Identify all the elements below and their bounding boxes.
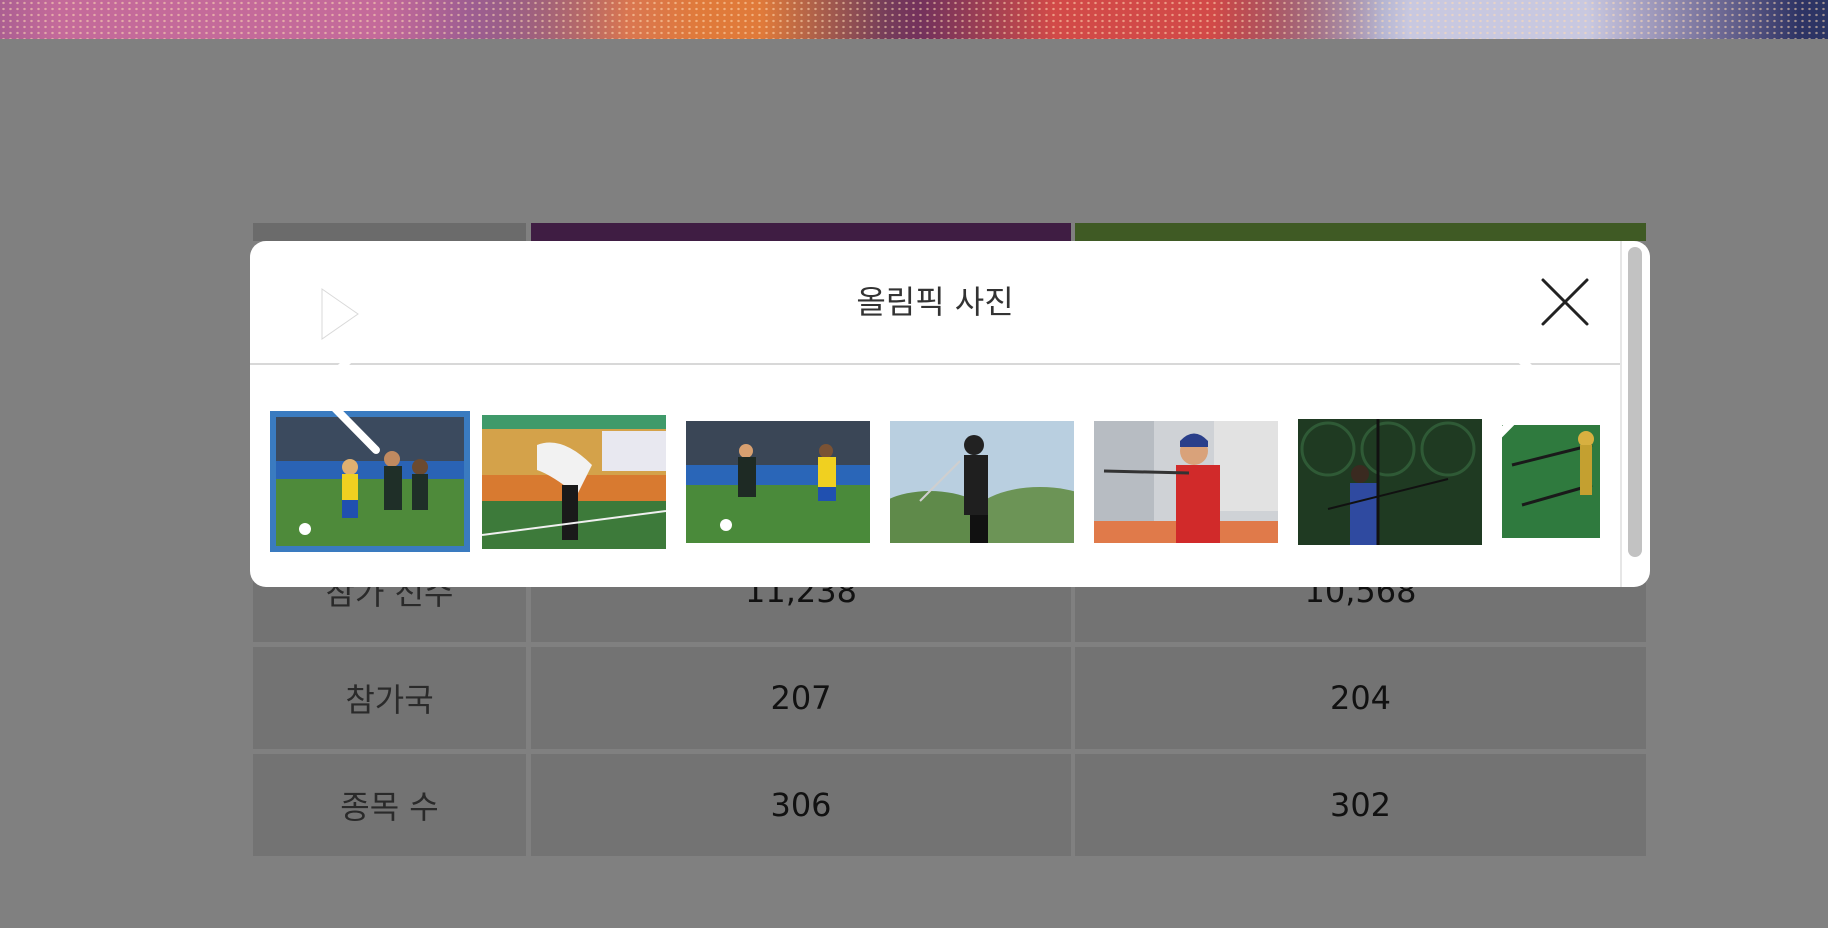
thumbnail-6[interactable]: [1298, 419, 1482, 545]
modal-divider: [250, 363, 1620, 365]
table-cell-a: 207: [531, 647, 1071, 749]
thumbnail-5[interactable]: [1094, 421, 1278, 543]
table-cell-b: 204: [1075, 647, 1646, 749]
table-header-col-b: [1075, 223, 1646, 241]
table-row-label: 종목 수: [253, 754, 526, 856]
photo-gallery-modal: 올림픽 사진: [250, 241, 1650, 587]
chevron-right-icon[interactable]: [1483, 321, 1555, 451]
table-header-col-a: [531, 223, 1071, 241]
table-cell-b: 302: [1075, 754, 1646, 856]
chevron-left-icon[interactable]: [310, 326, 382, 456]
table-cell-a: 306: [531, 754, 1071, 856]
modal-title: 올림픽 사진: [856, 283, 1014, 321]
table-row-label: 참가국: [253, 647, 526, 749]
scrollbar-thumb[interactable]: [1628, 247, 1642, 557]
thumbnail-4[interactable]: [890, 421, 1074, 543]
thumbnail-3[interactable]: [686, 421, 870, 543]
table-header-left: [253, 223, 526, 241]
thumbnail-2[interactable]: [482, 415, 666, 549]
hero-banner-image: [0, 0, 1828, 39]
scroll-track: [1620, 241, 1622, 587]
